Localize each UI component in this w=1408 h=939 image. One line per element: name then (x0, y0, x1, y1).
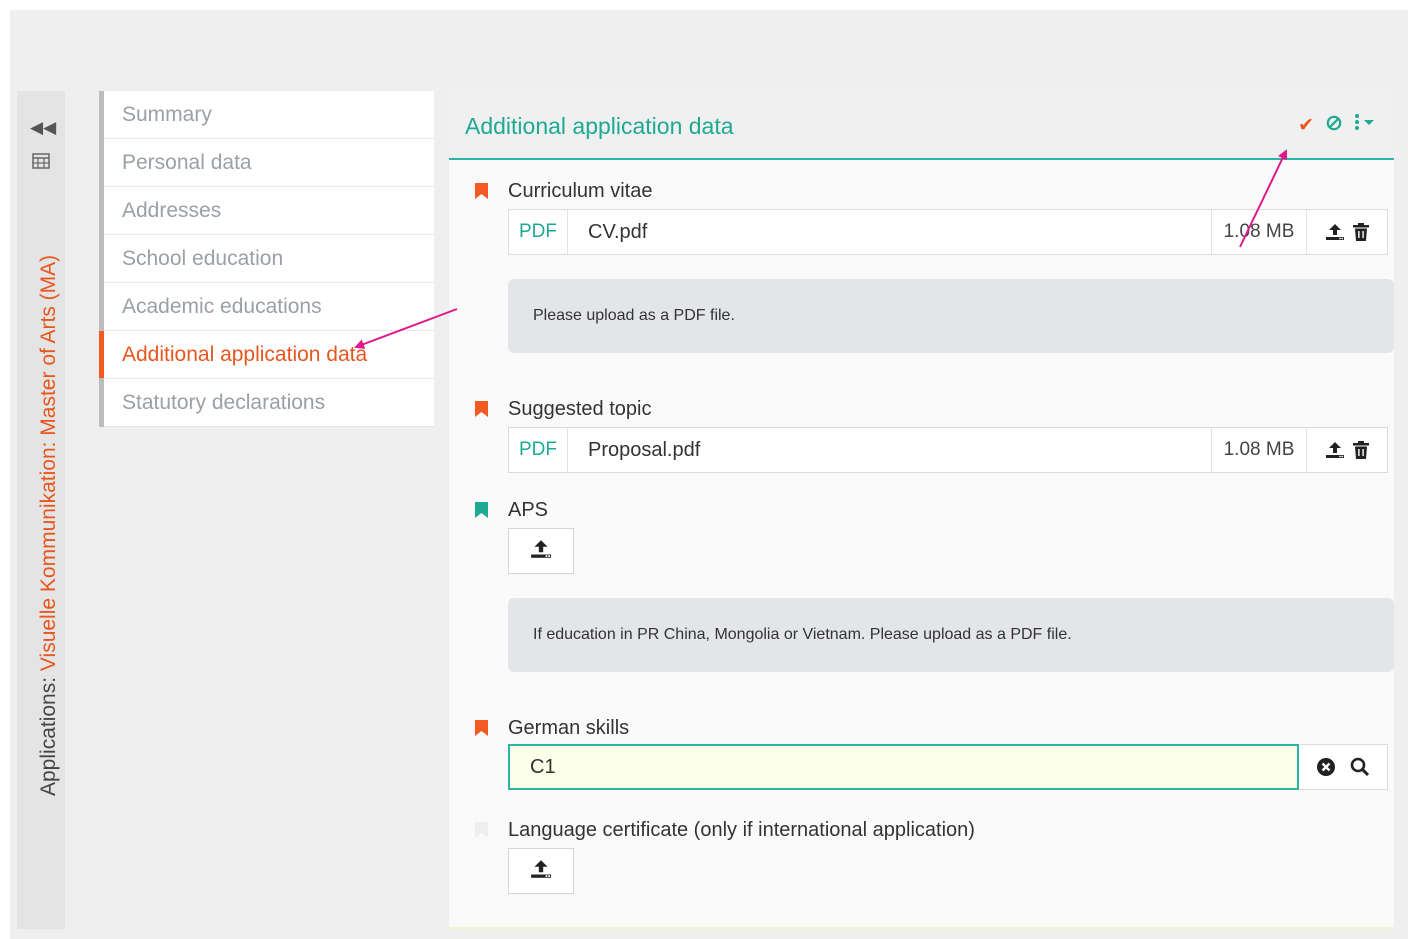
applications-vertical-title: Applications: Visuelle Kommunikation: Ma… (37, 255, 61, 796)
panel-title: Additional application data (465, 113, 734, 139)
upload-icon (530, 859, 552, 883)
nav-item-statutory-declarations[interactable]: Statutory declarations (104, 379, 434, 427)
aps-label: APS (508, 499, 549, 521)
aps-upload-button[interactable] (508, 528, 574, 574)
nav-item-personal-data[interactable]: Personal data (104, 139, 434, 187)
top-bar (10, 10, 1408, 102)
caret-down-icon (1364, 120, 1374, 125)
trash-icon[interactable] (1353, 441, 1369, 459)
upload-icon (530, 539, 552, 563)
language-certificate-label: Language certificate (only if internatio… (508, 819, 975, 841)
panel-header: Additional application data ✔ (449, 91, 1394, 160)
program-name[interactable]: Visuelle Kommunikation: Master of Arts (… (37, 255, 60, 671)
optional-bookmark-icon (475, 502, 488, 518)
topic-file-type: PDF (509, 428, 568, 472)
nav-item-additional-application-data[interactable]: Additional application data (99, 331, 434, 379)
topic-label: Suggested topic (508, 398, 652, 420)
panel-footer-line (449, 927, 1394, 929)
header-actions: ✔ (1298, 113, 1376, 136)
search-icon[interactable] (1350, 757, 1370, 777)
german-skills-label: German skills (508, 717, 630, 739)
nav-item-addresses[interactable]: Addresses (104, 187, 434, 235)
main-panel: Additional application data ✔ Curriculum… (449, 91, 1394, 929)
check-icon[interactable]: ✔ (1298, 114, 1314, 136)
topic-file-name[interactable]: Proposal.pdf (568, 428, 1211, 472)
trash-icon[interactable] (1353, 223, 1369, 241)
upload-icon[interactable] (1325, 223, 1345, 241)
cv-file-name[interactable]: CV.pdf (568, 210, 1211, 254)
cv-hint: Please upload as a PDF file. (508, 279, 1394, 353)
required-bookmark-icon (475, 720, 488, 736)
topic-file-actions (1306, 428, 1387, 472)
required-bookmark-icon (475, 183, 488, 199)
cv-file-actions (1306, 210, 1387, 254)
required-bookmark-icon (475, 401, 488, 417)
ban-icon[interactable] (1326, 114, 1342, 136)
double-chevron-left-icon[interactable]: ◀◀ (30, 117, 56, 139)
section-nav: Summary Personal data Addresses School e… (99, 91, 434, 427)
inactive-bookmark-icon (475, 822, 488, 838)
language-certificate-upload-button[interactable] (508, 848, 574, 894)
nav-item-summary[interactable]: Summary (104, 91, 434, 139)
table-icon[interactable] (32, 153, 50, 171)
german-skills-select: C1 (508, 744, 1388, 790)
german-skills-field[interactable]: C1 (508, 744, 1299, 790)
cv-file-type: PDF (509, 210, 568, 254)
cv-file-row: PDF CV.pdf 1.08 MB (508, 209, 1388, 255)
applications-title-prefix: Applications: (37, 671, 60, 796)
cv-label: Curriculum vitae (508, 180, 653, 202)
topic-file-size: 1.08 MB (1211, 428, 1306, 472)
topic-file-row: PDF Proposal.pdf 1.08 MB (508, 427, 1388, 473)
clear-circle-icon[interactable] (1316, 757, 1336, 777)
more-vertical-icon[interactable] (1354, 113, 1376, 136)
aps-hint: If education in PR China, Mongolia or Vi… (508, 598, 1394, 672)
cv-file-size: 1.08 MB (1211, 210, 1306, 254)
upload-icon[interactable] (1325, 441, 1345, 459)
nav-item-school-education[interactable]: School education (104, 235, 434, 283)
german-skills-actions (1299, 744, 1388, 790)
nav-item-academic-educations[interactable]: Academic educations (104, 283, 434, 331)
